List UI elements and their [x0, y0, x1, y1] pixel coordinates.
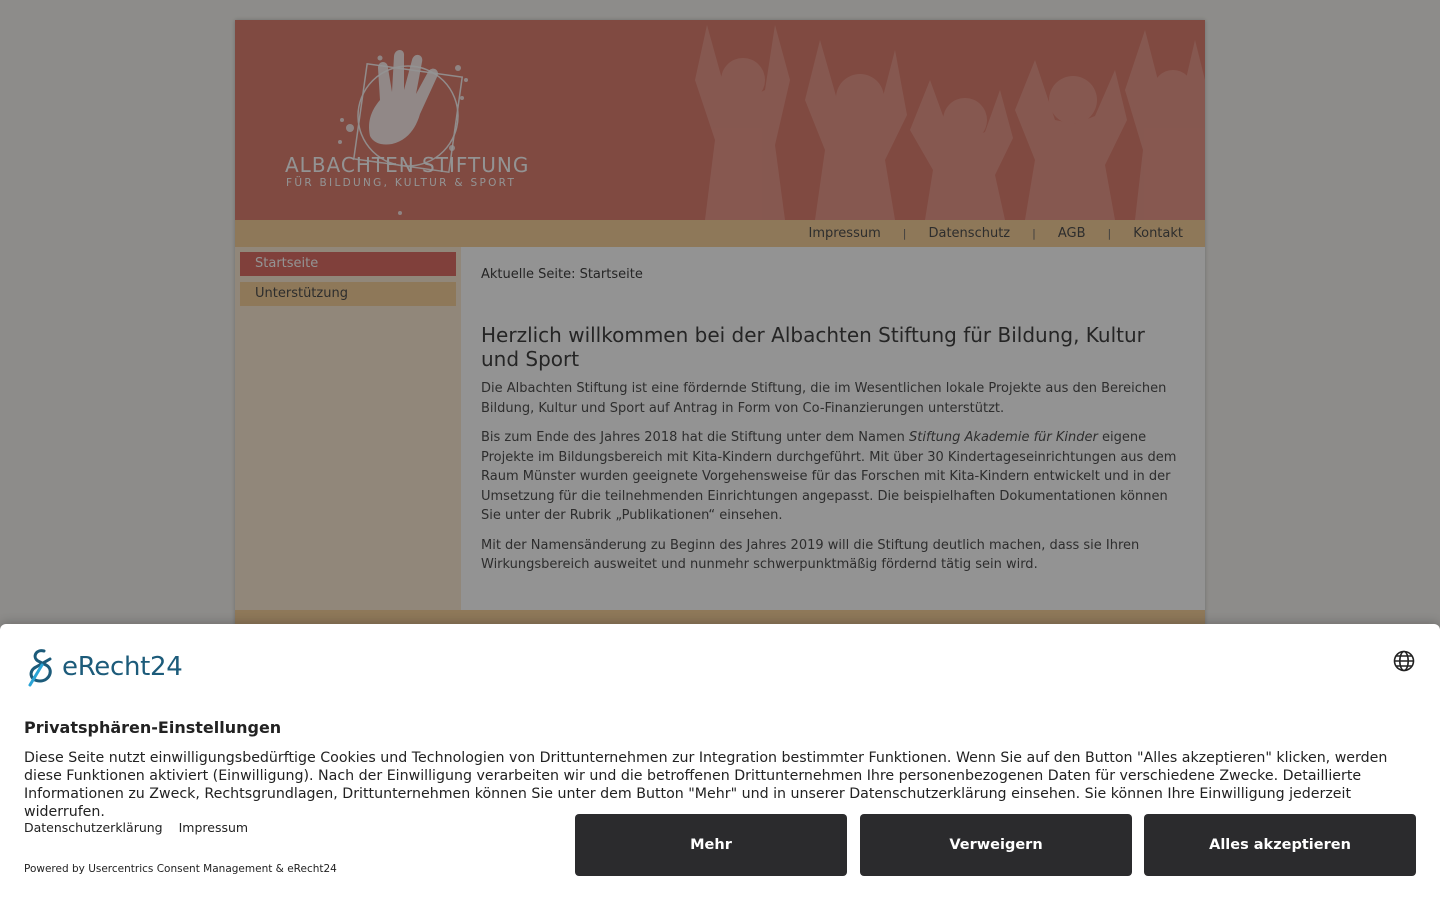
- imprint-link[interactable]: Impressum: [179, 820, 248, 835]
- powered-by-text: Powered by Usercentrics Consent Manageme…: [24, 863, 337, 875]
- deny-button[interactable]: Verweigern: [860, 814, 1132, 876]
- consent-text: Diese Seite nutzt einwilligungsbedürftig…: [24, 750, 1388, 820]
- accept-all-button[interactable]: Alles akzeptieren: [1144, 814, 1416, 876]
- erecht24-mark-icon: [28, 649, 52, 687]
- more-button[interactable]: Mehr: [575, 814, 847, 876]
- consent-links: Datenschutzerklärung Impressum: [24, 820, 260, 835]
- brand-name: eRecht24: [62, 652, 183, 682]
- privacy-policy-link[interactable]: Datenschutzerklärung: [24, 820, 163, 835]
- consent-title: Privatsphären-Einstellungen: [24, 718, 282, 737]
- erecht24-logo: eRecht24: [24, 646, 183, 688]
- globe-icon[interactable]: [1393, 650, 1415, 672]
